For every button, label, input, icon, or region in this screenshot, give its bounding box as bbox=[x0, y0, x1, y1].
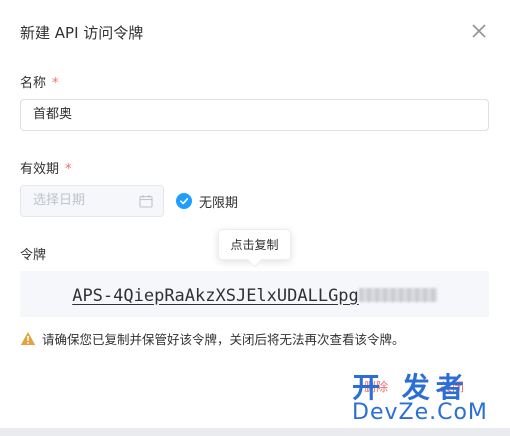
delete-button[interactable]: 删除 bbox=[364, 375, 388, 399]
close-button[interactable] bbox=[468, 20, 490, 42]
required-mark: * bbox=[65, 162, 72, 177]
date-placeholder: 选择日期 bbox=[33, 193, 86, 208]
unlimited-label: 无限期 bbox=[199, 195, 239, 211]
warning-message: 请确保您已复制并保管好该令牌，关闭后将无法再次查看该令牌。 bbox=[20, 329, 405, 348]
warning-text: 请确保您已复制并保管好该令牌，关闭后将无法再次查看该令牌。 bbox=[42, 332, 405, 347]
name-label: 名称 * bbox=[20, 76, 59, 91]
token-copy-box[interactable]: APS-4QiepRaAkzXSJElxUDALLGpg bbox=[20, 271, 489, 317]
checkbox-checked-icon bbox=[176, 193, 192, 209]
copy-tooltip: 点击复制 bbox=[218, 229, 291, 268]
calendar-icon bbox=[139, 195, 153, 208]
warning-icon bbox=[20, 332, 36, 345]
date-picker[interactable]: 选择日期 bbox=[20, 185, 164, 217]
footer-divider bbox=[0, 428, 510, 436]
close-icon bbox=[472, 24, 486, 38]
token-masked-part bbox=[358, 288, 437, 302]
token-label: 令牌 bbox=[20, 248, 47, 263]
dialog-title: 新建 API 访问令牌 bbox=[20, 24, 144, 42]
create-api-token-dialog: 新建 API 访问令牌 名称 * 首都奥 有效期 * 选择日期 无限期 令牌 点击复 bbox=[0, 0, 510, 436]
token-value: APS-4QiepRaAkzXSJElxUDALLGpg bbox=[72, 286, 359, 306]
close-dialog-button[interactable]: 关闭 bbox=[440, 375, 464, 399]
required-mark: * bbox=[52, 76, 59, 91]
name-input[interactable]: 首都奥 bbox=[20, 99, 489, 131]
unlimited-checkbox[interactable]: 无限期 bbox=[176, 192, 239, 211]
validity-label: 有效期 * bbox=[20, 162, 72, 177]
tooltip-arrow bbox=[246, 251, 263, 268]
